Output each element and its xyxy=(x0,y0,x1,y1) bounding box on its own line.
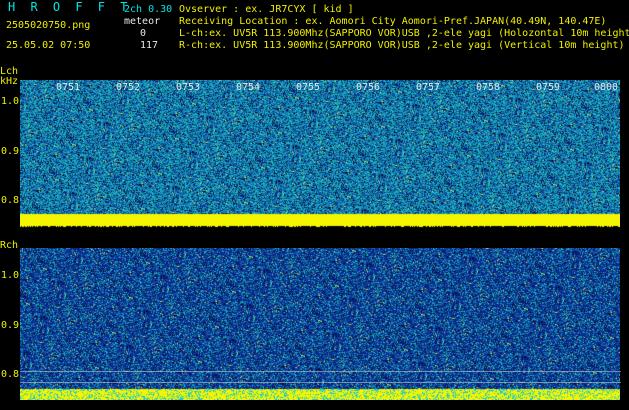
rch-label: Rch xyxy=(0,240,19,251)
lch-tick-0-8: 0.8 xyxy=(1,195,20,206)
time-tick: 0755 xyxy=(296,82,321,93)
time-tick: 0759 xyxy=(536,82,561,93)
time-tick: 0800 xyxy=(594,82,619,93)
lch-info: L-ch:ex. UV5R 113.900Mhz(SAPPORO VOR)USB… xyxy=(179,28,629,39)
time-tick: 0758 xyxy=(476,82,501,93)
meteor-label: meteor xyxy=(124,16,161,27)
time-tick: 0757 xyxy=(416,82,441,93)
rch-info: R-ch:ex. UV5R 113.900Mhz(SAPPORO VOR)USB… xyxy=(179,40,625,51)
rch-tick-1-0: 1.0 xyxy=(1,270,20,281)
time-tick: 0751 xyxy=(56,82,81,93)
hrofft-screen: H R O F F T 2505020750.png 25.05.02 07:5… xyxy=(0,0,629,410)
location-info: Receiving Location : ex. Aomori City Aom… xyxy=(179,16,607,27)
lch-spectrogram xyxy=(20,80,621,229)
image-filename: 2505020750.png xyxy=(6,20,91,31)
time-tick: 0752 xyxy=(116,82,141,93)
channel-mode: 2ch 0.30 xyxy=(124,4,173,15)
meteor-total: 117 xyxy=(140,40,159,51)
app-title: H R O F F T xyxy=(8,0,132,14)
rch-spectrogram xyxy=(20,248,621,400)
time-tick: 0753 xyxy=(176,82,201,93)
rch-gridline xyxy=(20,371,621,372)
time-tick: 0754 xyxy=(236,82,261,93)
capture-datetime: 25.05.02 07:50 xyxy=(6,40,91,51)
observer-info: Ovserver : ex. JR7CYX [ kid ] xyxy=(179,4,354,15)
khz-label: kHz xyxy=(0,76,19,87)
time-tick: 0756 xyxy=(356,82,381,93)
rch-tick-0-9: 0.9 xyxy=(1,320,20,331)
lch-tick-1-0: 1.0 xyxy=(1,96,20,107)
rch-gridline xyxy=(20,382,621,383)
right-edge-strip xyxy=(620,80,629,400)
lch-tick-0-9: 0.9 xyxy=(1,146,20,157)
rch-tick-0-8: 0.8 xyxy=(1,369,20,380)
meteor-count: 0 xyxy=(140,28,147,39)
